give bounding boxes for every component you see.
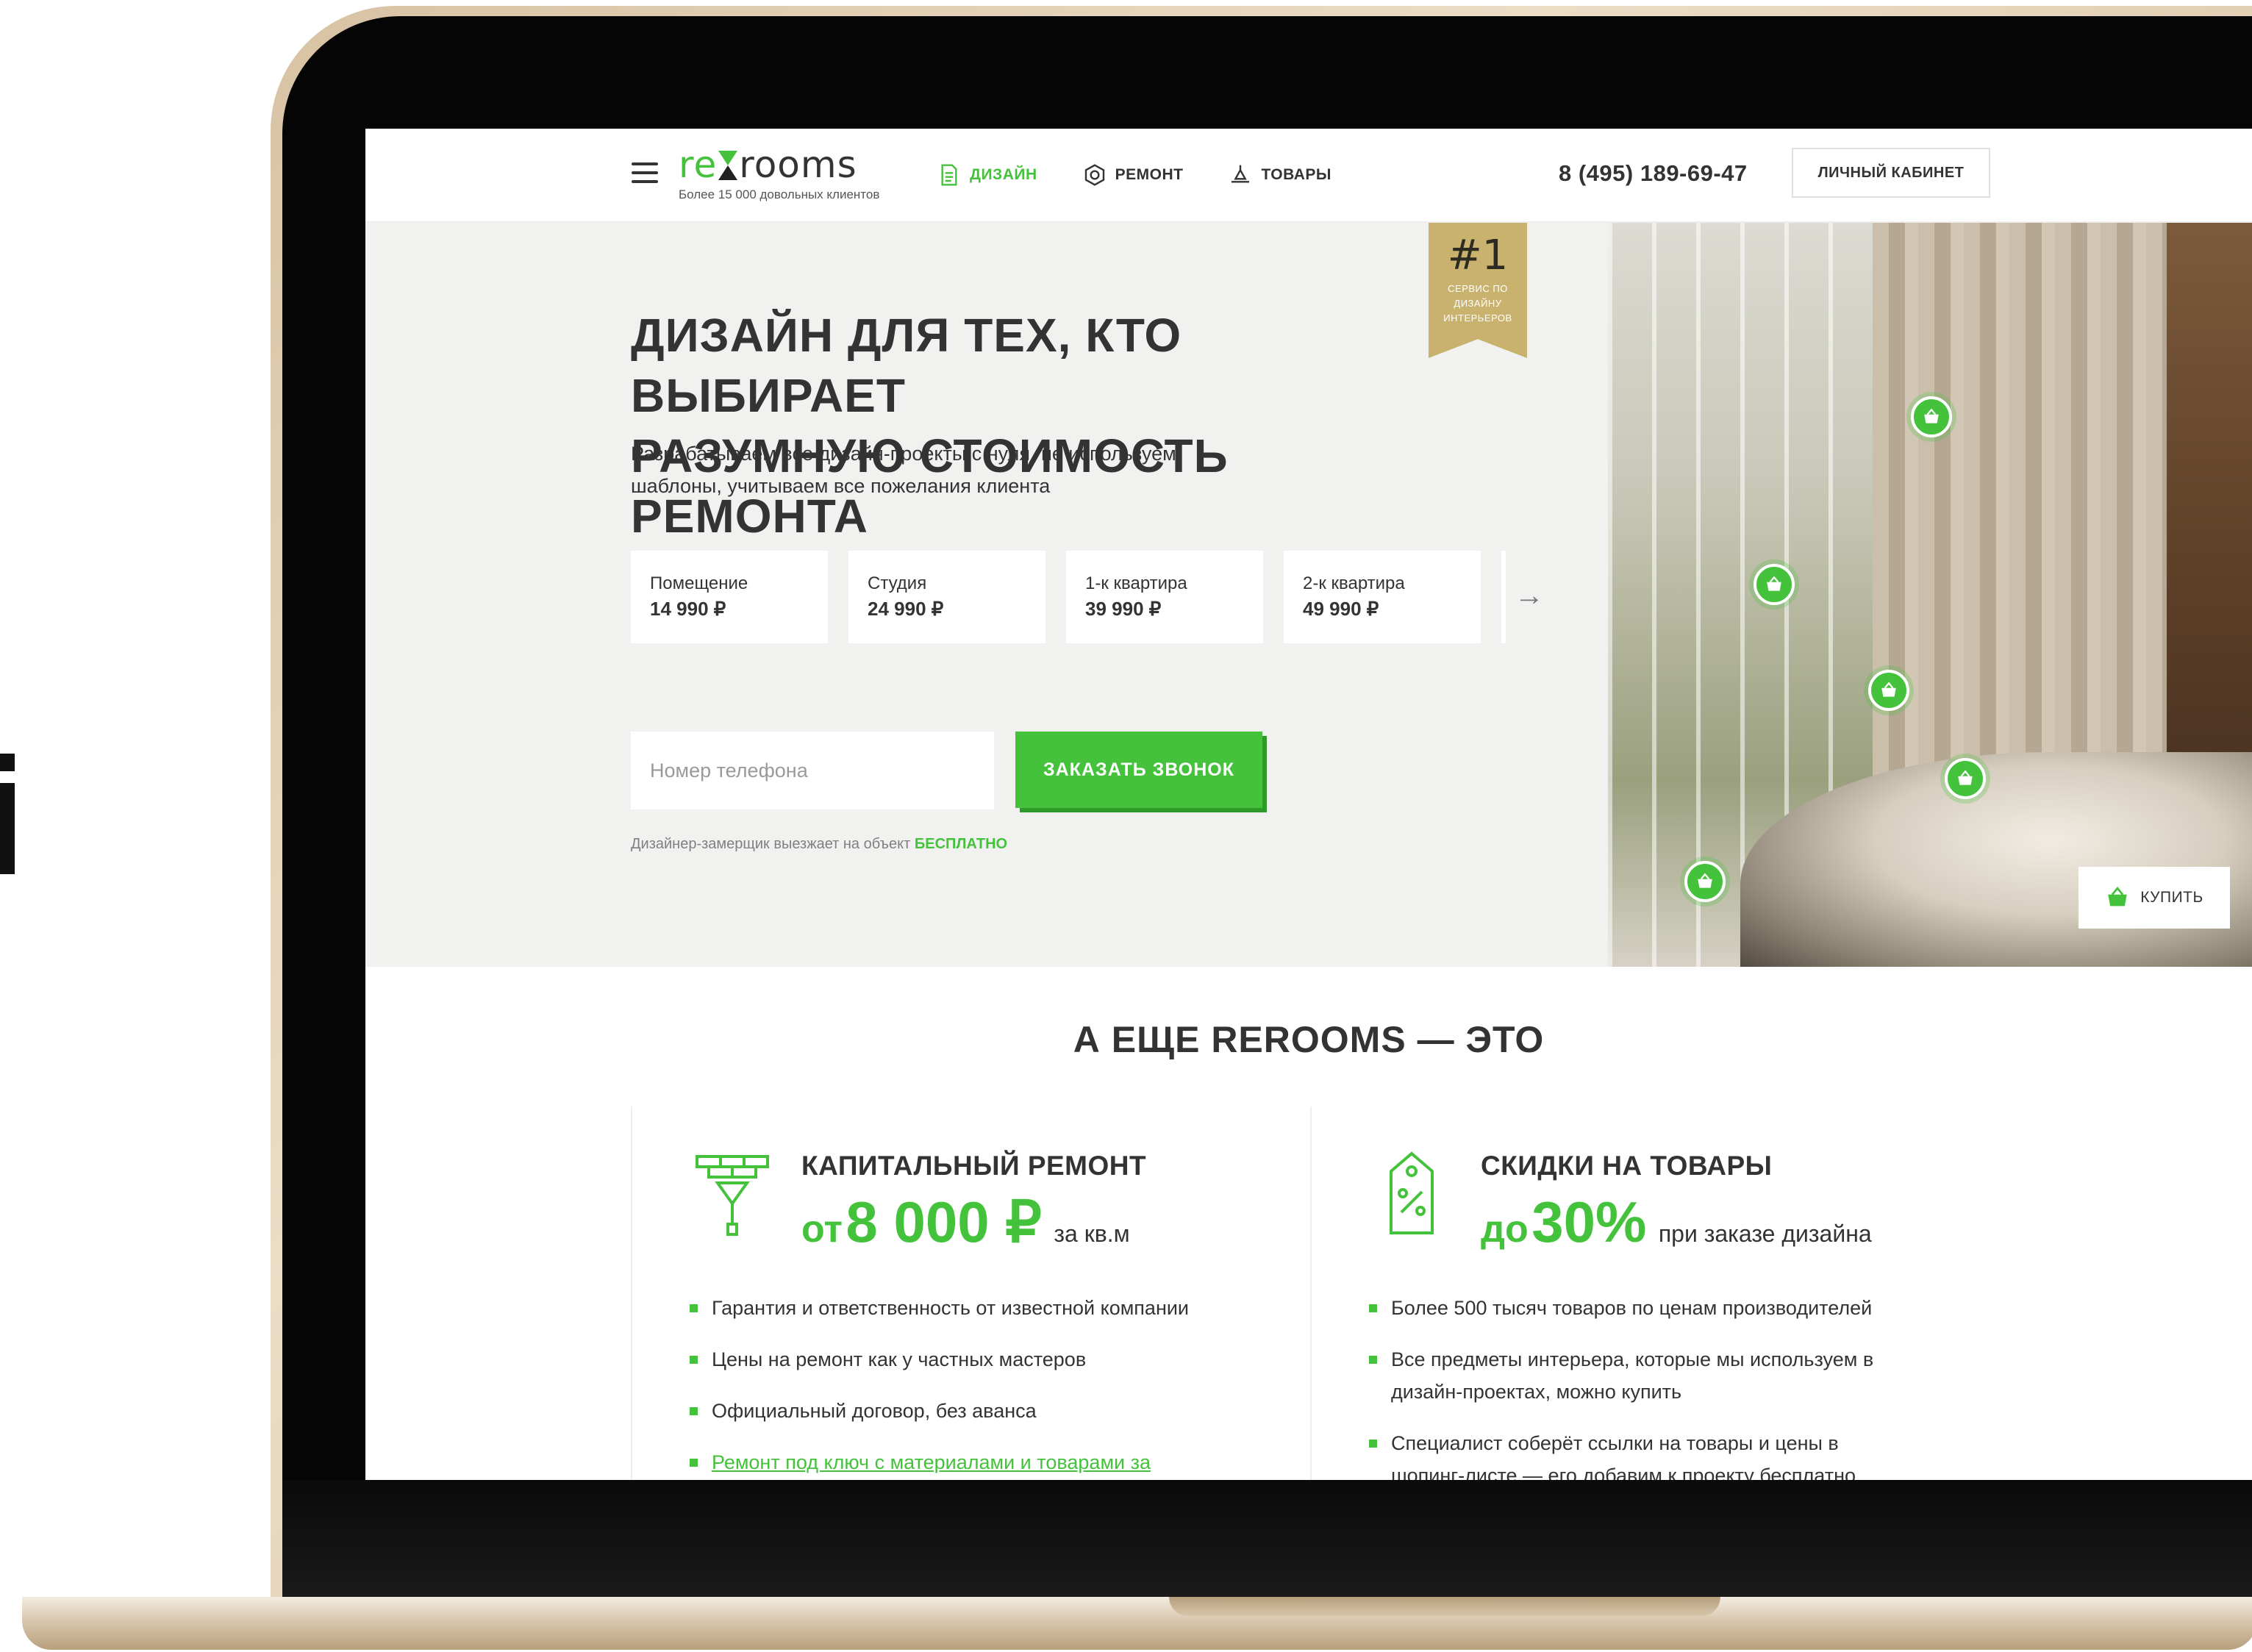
price-prefix: до xyxy=(1481,1208,1529,1251)
feature-repair: КАПИТАЛЬНЫЙ РЕМОНТ от 8 000 ₽ за кв.м Га… xyxy=(631,1106,1312,1480)
feature-title: КАПИТАЛЬНЫЙ РЕМОНТ xyxy=(801,1151,1147,1181)
main-nav: ДИЗАЙН РЕМОНТ ТОВАРЫ xyxy=(937,157,1331,193)
price-card-name: Помещение xyxy=(650,573,748,593)
feature-list: Более 500 тысяч товаров по ценам произво… xyxy=(1369,1292,1972,1480)
basket-hotspot[interactable] xyxy=(1868,670,1909,711)
buy-button[interactable]: КУПИТЬ xyxy=(2078,867,2230,929)
brick-trowel-icon xyxy=(696,1155,769,1236)
feature-list: Гарантия и ответственность от известной … xyxy=(690,1292,1293,1480)
price-card-value: 14 990 ₽ xyxy=(650,598,726,620)
price-card-value: 49 990 ₽ xyxy=(1303,598,1379,620)
browser-screen: re rooms Более 15 000 довольных клиентов … xyxy=(365,129,2252,1480)
list-item-line: Специалист соберёт ссылки на товары и це… xyxy=(1391,1432,1839,1454)
free-note-text: Дизайнер-замерщик выезжает на объект xyxy=(631,836,911,852)
price-card[interactable]: 1-к квартира 39 990 ₽ xyxy=(1066,551,1263,643)
price-value: 30% xyxy=(1531,1190,1647,1254)
hero-subtitle-line: шаблоны, учитываем все пожелания клиента xyxy=(631,475,1051,497)
basket-hotspot[interactable] xyxy=(1684,861,1726,902)
request-call-button[interactable]: ЗАКАЗАТЬ ЗВОНОК xyxy=(1015,732,1262,808)
site-header: re rooms Более 15 000 довольных клиентов … xyxy=(365,129,2252,223)
basket-icon xyxy=(1958,770,1973,785)
list-item: Официальный договор, без аванса xyxy=(690,1395,1293,1427)
hero-title-line: ДИЗАЙН ДЛЯ ТЕХ, КТО ВЫБИРАЕТ xyxy=(631,309,1182,422)
logo-wordmark: re rooms xyxy=(679,139,914,190)
basket-icon xyxy=(1767,576,1781,591)
buy-button-label: КУПИТЬ xyxy=(2140,889,2203,906)
logo-re: re xyxy=(679,143,718,186)
phone-input[interactable] xyxy=(631,732,994,809)
list-item: Специалист соберёт ссылки на товары и це… xyxy=(1369,1427,1972,1480)
basket-icon xyxy=(1924,408,1939,423)
price-card-value: 24 990 ₽ xyxy=(868,598,944,620)
price-suffix: за кв.м xyxy=(1054,1220,1130,1247)
list-item-link: Ремонт под ключ с материалами и товарами… xyxy=(690,1446,1293,1478)
logo-hourglass-icon xyxy=(718,151,738,180)
hero-subtitle: Разрабатываем все дизайн-проекты с нуля,… xyxy=(631,437,1219,502)
hero-title: ДИЗАЙН ДЛЯ ТЕХ, КТО ВЫБИРАЕТ РАЗУМНУЮ СТ… xyxy=(631,305,1410,546)
price-value: 8 000 ₽ xyxy=(846,1190,1042,1254)
price-prefix: от xyxy=(801,1208,843,1251)
basket-icon xyxy=(1881,682,1896,697)
basket-icon xyxy=(1698,873,1712,888)
badge-number: #1 xyxy=(1447,232,1509,279)
basket-icon xyxy=(2108,887,2127,907)
price-carousel: Помещение 14 990 ₽ Студия 24 990 ₽ 1-к к… xyxy=(631,551,1506,643)
logo-rooms: rooms xyxy=(739,143,857,186)
phone-number[interactable]: 8 (495) 189-69-47 xyxy=(1559,155,1748,192)
percent-tag-icon xyxy=(1390,1151,1434,1234)
menu-icon[interactable] xyxy=(632,162,658,183)
price-card-name: 2-к квартира xyxy=(1303,573,1405,593)
basket-hotspot[interactable] xyxy=(1754,564,1795,605)
price-card-name: Студия xyxy=(868,573,927,593)
nav-item-goods[interactable]: ТОВАРЫ xyxy=(1229,157,1331,193)
list-item-line: Все предметы интерьера, которые мы испол… xyxy=(1391,1348,1874,1370)
feature-title: СКИДКИ НА ТОВАРЫ xyxy=(1481,1151,1773,1181)
logo[interactable]: re rooms Более 15 000 довольных клиентов xyxy=(679,139,914,220)
basket-hotspot[interactable] xyxy=(1911,396,1952,437)
price-card-name: 1-к квартира xyxy=(1085,573,1187,593)
document-icon xyxy=(941,164,957,186)
cropped-glyph xyxy=(0,754,15,874)
feature-price: до 30% при заказе дизайна xyxy=(1481,1189,1872,1256)
lamp-icon xyxy=(1232,165,1250,183)
nav-label: ТОВАРЫ xyxy=(1261,166,1331,183)
list-item: Цены на ремонт как у частных мастеров xyxy=(690,1343,1293,1376)
arrow-right-icon[interactable]: → xyxy=(1515,577,1547,614)
laptop-chin xyxy=(282,1480,2252,1598)
feature-price: от 8 000 ₽ за кв.м xyxy=(801,1189,1130,1256)
turnkey-link[interactable]: Ремонт под ключ с материалами и товарами… xyxy=(712,1451,1151,1473)
price-card[interactable]: 3 5 xyxy=(1501,551,1506,643)
personal-account-button[interactable]: ЛИЧНЫЙ КАБИНЕТ xyxy=(1792,148,1990,198)
nav-label: ДИЗАЙН xyxy=(970,166,1037,183)
laptop-hinge-notch xyxy=(1169,1597,1720,1616)
nav-label: РЕМОНТ xyxy=(1115,166,1184,183)
basket-hotspot[interactable] xyxy=(1945,758,1986,799)
hexagon-nut-icon xyxy=(1084,164,1104,186)
hero: #1 СЕРВИС ПО ДИЗАЙНУ ИНТЕРЬЕРОВ ДИЗАЙН Д… xyxy=(365,223,2252,967)
hero-subtitle-line: Разрабатываем все дизайн-проекты с нуля,… xyxy=(631,443,1176,465)
laptop-base xyxy=(22,1597,2252,1650)
free-visit-note: Дизайнер-замерщик выезжает на объект БЕС… xyxy=(631,833,1007,855)
badge-text: СЕРВИС ПО ДИЗАЙНУ ИНТЕРЬЕРОВ xyxy=(1443,283,1512,323)
list-item: Все предметы интерьера, которые мы испол… xyxy=(1369,1343,1972,1408)
bedroom-photo xyxy=(1608,223,2252,967)
logo-tagline: Более 15 000 довольных клиентов xyxy=(679,187,880,201)
price-card-value: 39 990 ₽ xyxy=(1085,598,1162,620)
price-suffix: при заказе дизайна xyxy=(1658,1220,1872,1247)
nav-item-design[interactable]: ДИЗАЙН xyxy=(937,157,1037,193)
price-card[interactable]: Студия 24 990 ₽ xyxy=(848,551,1045,643)
list-item: Более 500 тысяч товаров по ценам произво… xyxy=(1369,1292,1972,1324)
feature-discounts: СКИДКИ НА ТОВАРЫ до 30% при заказе дизай… xyxy=(1312,1106,1992,1480)
price-card[interactable]: 2-к квартира 49 990 ₽ xyxy=(1284,551,1481,643)
nav-item-repair[interactable]: РЕМОНТ xyxy=(1083,157,1184,193)
section-title: А ЕЩЕ REROOMS — ЭТО xyxy=(1073,1019,1545,1060)
list-item: Гарантия и ответственность от известной … xyxy=(690,1292,1293,1324)
list-item-line: дизайн-проектах, можно купить xyxy=(1391,1381,1682,1403)
list-item-line: шопинг-листе — его добавим к проекту бес… xyxy=(1391,1465,1856,1480)
free-note-bold: БЕСПЛАТНО xyxy=(914,836,1008,852)
price-card[interactable]: Помещение 14 990 ₽ xyxy=(631,551,828,643)
rank-badge: #1 СЕРВИС ПО ДИЗАЙНУ ИНТЕРЬЕРОВ xyxy=(1429,223,1527,358)
